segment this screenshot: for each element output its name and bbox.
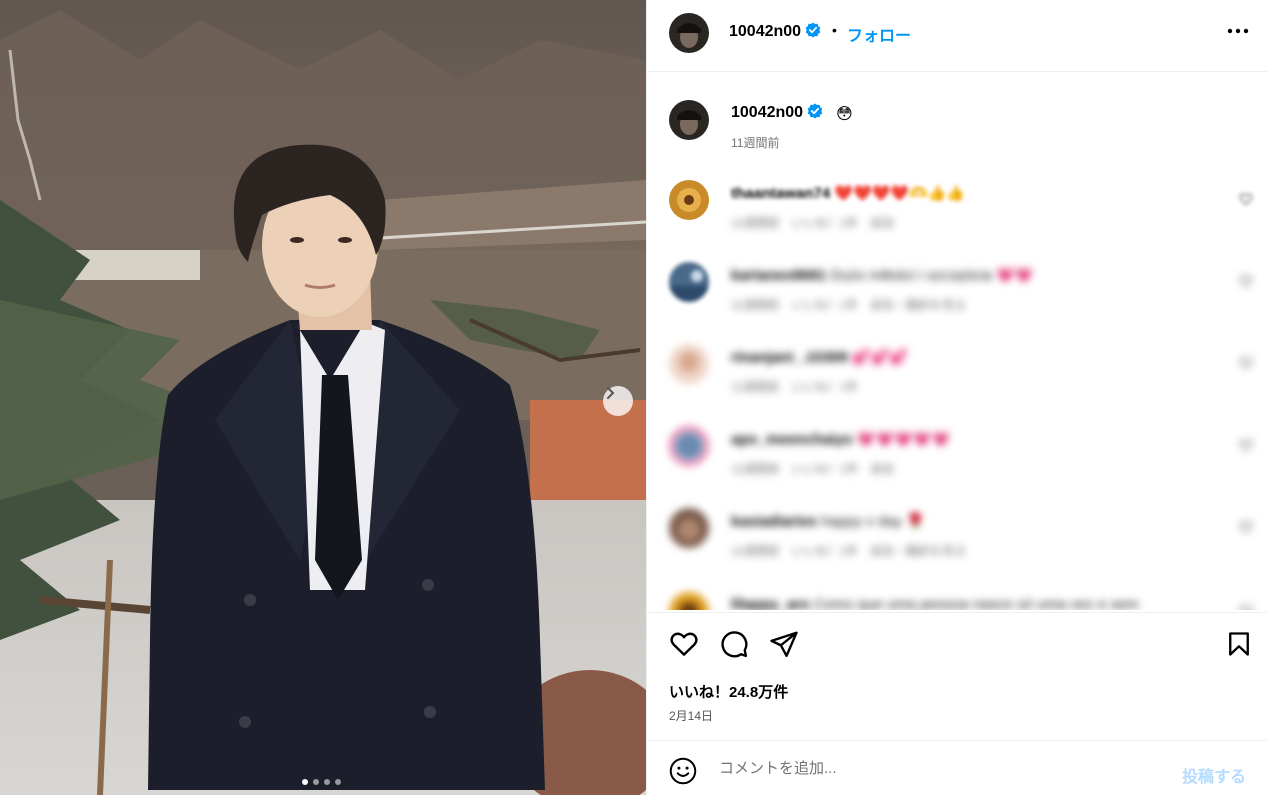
comment-body: 💗💗💗💗💗 [856, 431, 951, 448]
comment-username[interactable]: kasiadiaries [731, 513, 817, 530]
comment-text: kasiadiaries happy v day 🌹 [731, 512, 925, 530]
commenter-avatar[interactable] [669, 262, 709, 302]
carousel-next-button[interactable] [603, 386, 633, 416]
carousel-dot [324, 779, 330, 785]
comment-like-heart-icon[interactable] [1239, 604, 1253, 610]
comment-body: ❤️❤️❤️❤️🫶👍👍 [834, 185, 966, 202]
comment-username[interactable]: kartanes9681 [731, 267, 826, 284]
comment-bubble-icon[interactable] [719, 629, 749, 659]
carousel-dot [302, 779, 308, 785]
post-header: 10042n00 • フォロー [647, 0, 1267, 72]
comment-like-heart-icon[interactable] [1239, 274, 1253, 288]
comment-like-heart-icon[interactable] [1239, 356, 1253, 370]
post-detail-panel: 10042n00 • フォロー 10042n00 😳 11週間前 thaanta… [646, 0, 1267, 795]
photo-illustration [0, 0, 646, 795]
comment-item: apo_meenchaiyo 💗💗💗💗💗 11週間前 いいね！1件 返信 [647, 416, 1267, 496]
comment-item: rinanjani_.10309 💕💕💕 11週間前 いいね！1件 [647, 334, 1267, 414]
comment-like-heart-icon[interactable] [1239, 520, 1253, 534]
commenter-avatar[interactable] [669, 344, 709, 384]
heart-icon[interactable] [669, 629, 699, 659]
comment-body: 💕💕💕 [851, 349, 908, 366]
caption-timestamp[interactable]: 11週間前 [731, 134, 779, 151]
author-avatar[interactable] [669, 13, 709, 53]
comment-body: Dużo miłości i szczęścia 💗💗 [830, 267, 1034, 284]
comment-body: happy v day 🌹 [821, 513, 925, 530]
author-username-text: 10042n00 [729, 23, 802, 40]
comment-input[interactable] [719, 757, 1139, 779]
smiley-icon[interactable] [669, 757, 697, 785]
likes-count[interactable]: いいね！24.8万件 [669, 681, 788, 702]
carousel-dot [335, 779, 341, 785]
post-date[interactable]: 2月14日 [669, 707, 713, 724]
verified-badge-icon [807, 103, 823, 119]
add-comment-bar: 投稿する [647, 740, 1267, 795]
comment-meta: 11週間前 いいね！1件 返信・翻訳を見る [731, 544, 967, 558]
comment-body: Como que uma pessoa nasce só uma vez e s… [813, 596, 1139, 610]
comment-meta: 11週間前 いいね！1件 返信 [731, 216, 895, 230]
commenter-avatar[interactable] [669, 426, 709, 466]
post-photo[interactable] [0, 0, 646, 795]
paper-plane-icon[interactable] [769, 629, 799, 659]
more-options-icon[interactable] [1227, 28, 1249, 34]
comment-text: lilappy_ars Como que uma pessoa nasce só… [731, 596, 1139, 610]
comment-item: lilappy_ars Como que uma pessoa nasce só… [647, 582, 1267, 610]
comment-like-heart-icon[interactable] [1239, 192, 1253, 206]
carousel-indicator [302, 779, 341, 785]
commenter-avatar[interactable] [669, 508, 709, 548]
comment-like-heart-icon[interactable] [1239, 438, 1253, 452]
commenter-avatar[interactable] [669, 180, 709, 220]
caption-emoji: 😳 [836, 106, 853, 123]
follow-button[interactable]: フォロー [847, 22, 911, 46]
header-separator: • [832, 22, 837, 38]
verified-badge-icon [805, 22, 821, 38]
author-username[interactable]: 10042n00 [729, 22, 821, 41]
comment-username[interactable]: rinanjani_.10309 [731, 349, 848, 366]
post-comment-button[interactable]: 投稿する [1182, 763, 1246, 787]
carousel-dot [313, 779, 319, 785]
comment-item: kartanes9681 Dużo miłości i szczęścia 💗💗… [647, 252, 1267, 332]
post-actions: いいね！24.8万件 2月14日 [647, 612, 1267, 740]
comment-meta: 11週間前 いいね！1件 返信・翻訳を見る [731, 298, 967, 312]
comment-meta: 11週間前 いいね！1件 [731, 380, 859, 394]
comment-text: rinanjani_.10309 💕💕💕 [731, 348, 908, 366]
comment-text: apo_meenchaiyo 💗💗💗💗💗 [731, 430, 950, 448]
commenter-avatar[interactable] [669, 592, 709, 610]
comment-text: thaantawan74 ❤️❤️❤️❤️🫶👍👍 [731, 184, 965, 202]
comments-list[interactable]: thaantawan74 ❤️❤️❤️❤️🫶👍👍 11週間前 いいね！1件 返信… [647, 170, 1267, 610]
caption-username[interactable]: 10042n00 [731, 103, 823, 122]
comment-item: kasiadiaries happy v day 🌹 11週間前 いいね！1件 … [647, 498, 1267, 578]
comment-item: thaantawan74 ❤️❤️❤️❤️🫶👍👍 11週間前 いいね！1件 返信 [647, 170, 1267, 250]
comment-username[interactable]: apo_meenchaiyo [731, 431, 853, 448]
comment-username[interactable]: thaantawan74 [731, 185, 830, 202]
comment-meta: 11週間前 いいね！1件 返信 [731, 462, 895, 476]
bookmark-icon[interactable] [1225, 629, 1253, 659]
chevron-right-icon [607, 387, 615, 399]
comment-text: kartanes9681 Dużo miłości i szczęścia 💗💗 [731, 266, 1033, 284]
caption-username-text: 10042n00 [731, 104, 804, 121]
comment-username[interactable]: lilappy_ars [731, 596, 809, 610]
caption-avatar[interactable] [669, 100, 709, 140]
